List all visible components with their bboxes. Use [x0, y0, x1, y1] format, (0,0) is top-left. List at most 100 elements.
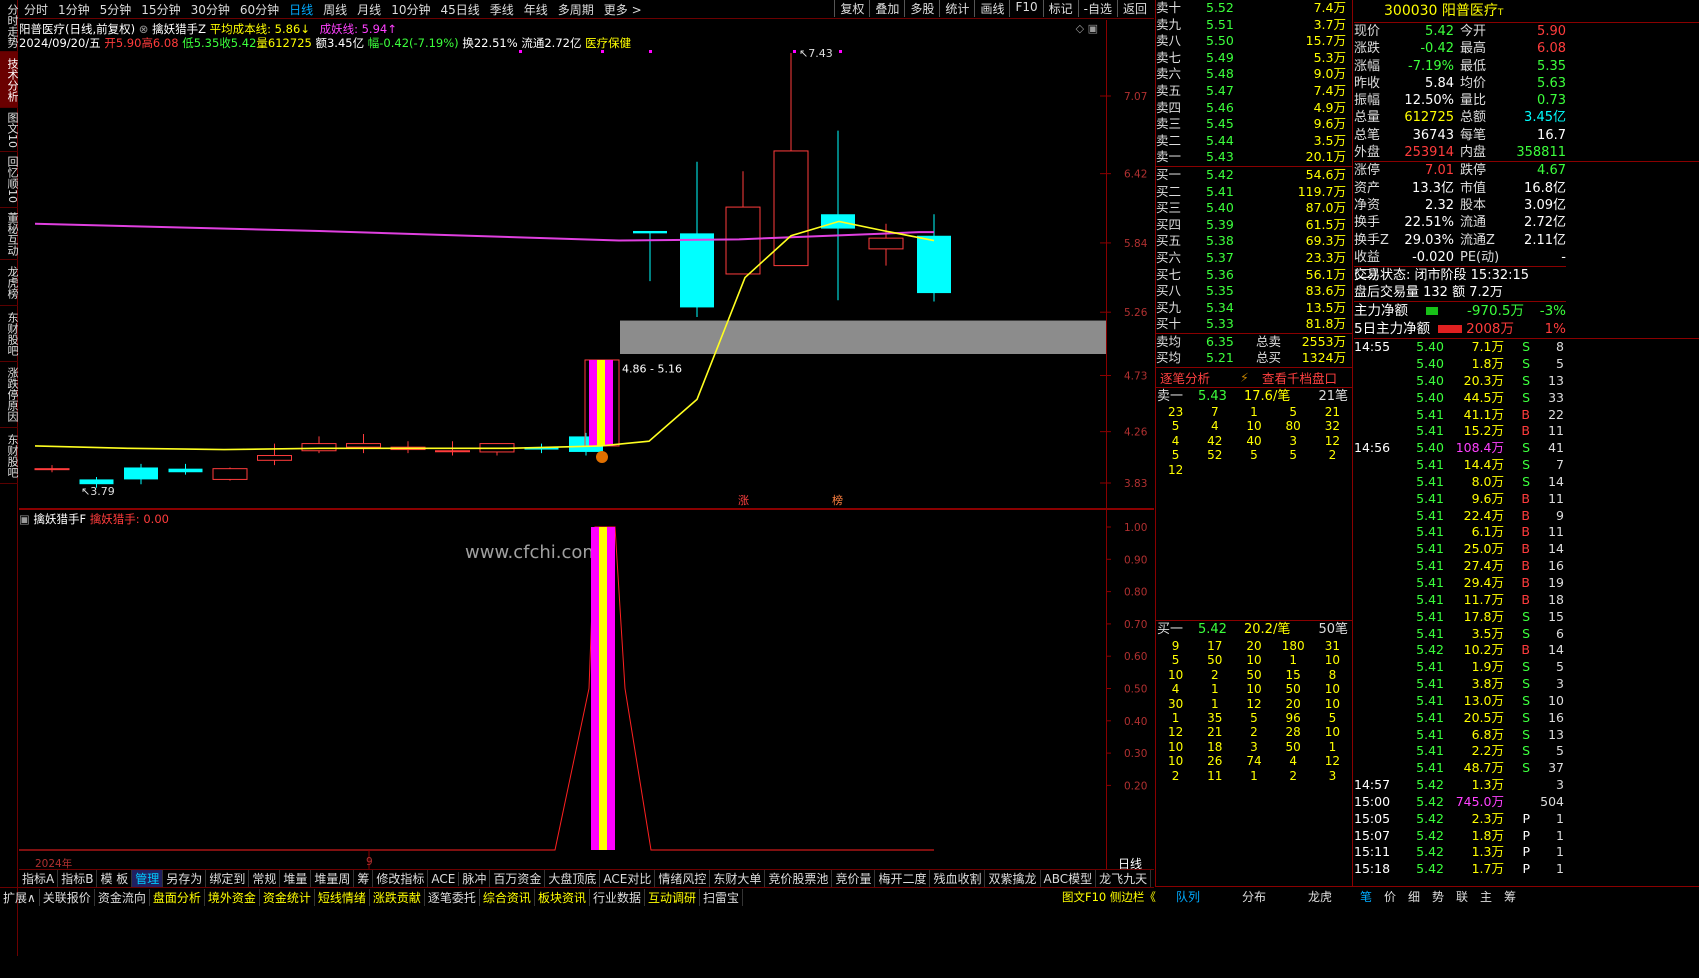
- level-volume: 87.0万: [1305, 200, 1346, 216]
- overlay-button[interactable]: 叠加: [869, 0, 904, 17]
- period-15min[interactable]: 15分钟: [141, 1, 180, 18]
- indicator-tab[interactable]: 指标B: [58, 870, 98, 887]
- indicator-tab[interactable]: 梅开二度: [875, 870, 931, 887]
- extension-tab[interactable]: 资金流向: [95, 888, 150, 906]
- indicator-tab[interactable]: 竞价股票池: [765, 870, 833, 887]
- period-multi[interactable]: 多周期: [558, 1, 594, 18]
- tab-technical[interactable]: 技术分析: [0, 52, 19, 108]
- indicator-tab[interactable]: 修改指标: [373, 870, 429, 887]
- indicator-tab[interactable]: ABC模型: [1041, 870, 1097, 887]
- panel-tab[interactable]: 主: [1474, 888, 1498, 905]
- indicator-tab[interactable]: 堆量周: [311, 870, 355, 887]
- indicator-tab[interactable]: 双紫擒龙: [985, 870, 1041, 887]
- extension-tab[interactable]: 扩展∧: [0, 888, 40, 906]
- panel-tab[interactable]: 筹: [1498, 888, 1522, 905]
- period-year[interactable]: 年线: [524, 1, 548, 18]
- panel-tab[interactable]: 价: [1378, 888, 1402, 905]
- indicator-tab[interactable]: 情绪风控: [655, 870, 711, 887]
- tab-intraday[interactable]: 分时走势: [0, 0, 19, 52]
- draw-line-button[interactable]: 画线: [974, 0, 1009, 17]
- extension-tab[interactable]: 涨跌贡献: [370, 888, 425, 906]
- indicator-tab[interactable]: 常规: [249, 870, 281, 887]
- period-more[interactable]: 更多 >: [604, 1, 642, 18]
- period-10min[interactable]: 10分钟: [391, 1, 430, 18]
- quote-value: 3.45亿: [1524, 110, 1566, 126]
- indicator-tab[interactable]: 指标A: [19, 870, 59, 887]
- queue-cell: 1: [1210, 682, 1219, 697]
- indicator-tab[interactable]: 百万资金: [490, 870, 546, 887]
- f10-button[interactable]: F10: [1009, 0, 1042, 17]
- tick-price: 5.40: [1416, 356, 1444, 371]
- restore-rights-button[interactable]: 复权: [834, 0, 869, 17]
- extension-tab[interactable]: 板块资讯: [535, 888, 590, 906]
- sub-indicator-chart[interactable]: ▣ 擒妖猎手F 擒妖猎手: 0.00 www.cfchi.com 1.00 0.9…: [19, 509, 1154, 870]
- extension-tab[interactable]: 逐笔委托: [425, 888, 480, 906]
- tick-analysis-link[interactable]: 逐笔分析: [1156, 368, 1240, 387]
- period-quarter[interactable]: 季线: [490, 1, 514, 18]
- indicator-tab[interactable]: 竞价量: [832, 870, 876, 887]
- period-fenshi[interactable]: 分时: [24, 1, 48, 18]
- panel-tab[interactable]: 笔: [1354, 888, 1378, 905]
- tab-f10[interactable]: 图文10: [0, 108, 19, 152]
- period-30min[interactable]: 30分钟: [191, 1, 230, 18]
- tick-count: 14: [1548, 541, 1564, 557]
- indicator-tab[interactable]: 堆量: [280, 870, 312, 887]
- tab-review[interactable]: 回忆顺10: [0, 152, 19, 208]
- indicator-tab[interactable]: ACE对比: [600, 870, 656, 887]
- period-daily[interactable]: 日线: [289, 1, 313, 18]
- indicator-tab[interactable]: 残血收割: [930, 870, 986, 887]
- mark-button[interactable]: 标记: [1042, 0, 1078, 17]
- level-volume: 20.1万: [1305, 149, 1346, 165]
- extension-tab[interactable]: 互动调研: [645, 888, 700, 906]
- tick-time: [1354, 457, 1400, 474]
- remove-watchlist-button[interactable]: -自选: [1077, 0, 1117, 17]
- extension-tab[interactable]: 综合资讯: [480, 888, 535, 906]
- tick-volume: 25.0万: [1463, 541, 1504, 557]
- indicator-tab[interactable]: 脉冲: [459, 870, 491, 887]
- panel-tab[interactable]: 细: [1402, 888, 1426, 905]
- indicator-tab[interactable]: 另存为: [163, 870, 207, 887]
- indicator-tab[interactable]: 筹: [354, 870, 374, 887]
- tick-price: 5.41: [1416, 760, 1444, 776]
- panel-tab[interactable]: 分布: [1221, 888, 1287, 905]
- indicator-tab[interactable]: ACE: [428, 871, 460, 886]
- statistics-button[interactable]: 统计: [939, 0, 974, 17]
- indicator-tab[interactable]: 绑定到: [206, 870, 250, 887]
- tick-time: 15:05: [1354, 810, 1391, 826]
- panel-tab[interactable]: 龙虎: [1287, 888, 1353, 905]
- tab-guba[interactable]: 东财股吧: [0, 306, 19, 362]
- tick-side: S: [1522, 473, 1530, 489]
- period-weekly[interactable]: 周线: [323, 1, 347, 18]
- extension-tab[interactable]: 资金统计: [260, 888, 315, 906]
- indicator-tab[interactable]: 模 板: [97, 870, 133, 887]
- panel-tab[interactable]: 联: [1450, 888, 1474, 905]
- extension-tab[interactable]: 境外资金: [205, 888, 260, 906]
- tab-dongmi[interactable]: 董秘互动: [0, 208, 19, 260]
- period-monthly[interactable]: 月线: [357, 1, 381, 18]
- thousand-level-link[interactable]: 查看千档盘口: [1262, 368, 1337, 387]
- extension-tab[interactable]: 短线情绪: [315, 888, 370, 906]
- multi-stock-button[interactable]: 多股: [904, 0, 939, 17]
- indicator-tab[interactable]: 东财大单: [710, 870, 766, 887]
- panel-tab[interactable]: 势: [1426, 888, 1450, 905]
- extension-tab[interactable]: 盘面分析: [150, 888, 205, 906]
- extension-tab[interactable]: 关联报价: [40, 888, 95, 906]
- tab-dragon-tiger[interactable]: 龙虎榜: [0, 260, 19, 306]
- sidebar-toggle[interactable]: 图文F10 侧边栏《: [1062, 889, 1156, 905]
- indicator-tab[interactable]: 龙飞九天: [1096, 870, 1152, 887]
- tick-list[interactable]: 14:55 5.40 7.1万 S 8 5.40 1.8万 S 5 5.40 20.3万 S 13 5.4…: [1354, 338, 1699, 878]
- tab-guba-2[interactable]: 东财股吧: [0, 428, 19, 484]
- period-1min[interactable]: 1分钟: [58, 1, 90, 18]
- indicator-tab[interactable]: 管理: [132, 870, 164, 887]
- extension-tab[interactable]: 扫雷宝: [700, 888, 743, 906]
- panel-tab[interactable]: 队列: [1155, 888, 1221, 905]
- main-kline-chart[interactable]: 阳普医疗(日线,前复权) ⊗ 擒妖猎手Z 平均成本线: 5.86↓ 成妖线: 5…: [19, 20, 1154, 509]
- tab-limit-reason[interactable]: 涨跌停原因: [0, 362, 19, 428]
- extension-tab[interactable]: 行业数据: [590, 888, 645, 906]
- indicator-tab[interactable]: >: [1151, 872, 1154, 886]
- indicator-tab[interactable]: 大盘顶底: [545, 870, 601, 887]
- period-60min[interactable]: 60分钟: [240, 1, 279, 18]
- period-45day[interactable]: 45日线: [440, 1, 479, 18]
- back-button[interactable]: 返回: [1116, 0, 1152, 17]
- period-5min[interactable]: 5分钟: [100, 1, 132, 18]
